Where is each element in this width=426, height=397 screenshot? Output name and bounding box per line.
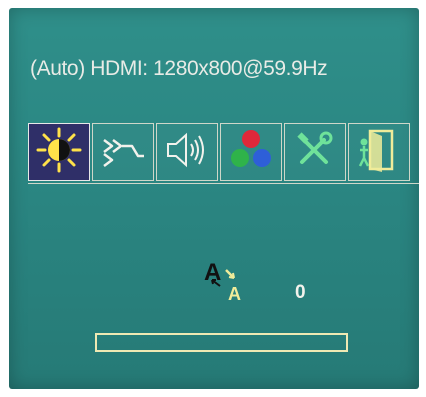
audio-volume-icon [164,130,210,175]
adjustment-value: 0 [295,282,306,303]
input-source-icon [100,130,146,175]
input-status-text: (Auto) HDMI: 1280x800@59.9Hz [30,57,328,80]
tab-exit[interactable] [348,123,410,181]
svg-text:A: A [228,284,241,304]
adjustment-slider[interactable] [95,333,348,352]
tab-tools[interactable] [284,123,346,181]
exit-icon [356,128,402,177]
tab-color[interactable] [220,123,282,181]
tools-settings-icon [292,130,338,175]
tab-brightness-contrast[interactable] [28,123,90,181]
contrast-adjust-icon: A A [202,256,252,306]
tab-audio[interactable] [156,123,218,181]
brightness-contrast-icon [36,127,82,178]
color-settings-icon [228,128,274,177]
menu-tab-bar [28,123,410,181]
tab-input-source[interactable] [92,123,154,181]
